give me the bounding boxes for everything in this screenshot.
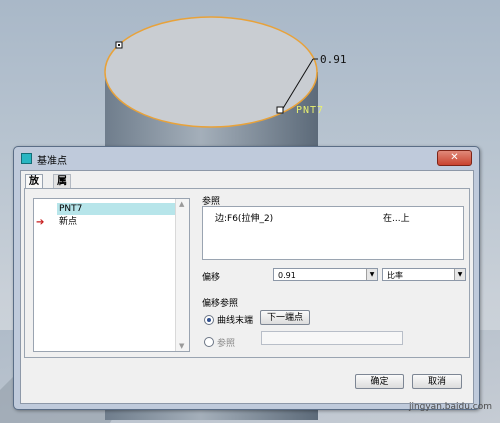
dimension-value[interactable]: 0.91 — [320, 53, 347, 66]
next-end-button[interactable]: 下一端点 — [260, 310, 310, 325]
dialog-footer: 确定 取消 — [21, 362, 473, 402]
offset-type-select[interactable]: 比率 ▼ — [382, 268, 466, 281]
dialog-icon — [21, 153, 32, 164]
offset-value: 0.91 — [278, 271, 296, 280]
datum-point-marker — [276, 106, 284, 114]
offset-type: 比率 — [387, 271, 403, 280]
offset-label: 偏移 — [202, 273, 221, 283]
scroll-down-icon[interactable]: ▼ — [179, 342, 184, 350]
list-item-new-point[interactable]: 新点 — [57, 216, 77, 228]
dialog-body: 放置 属性 PNT7 ➔ 新点 ▲ ▼ 参照 边:F6(拉伸_2) 在...上 … — [20, 170, 474, 404]
arrow-right-icon: ➔ — [36, 217, 45, 228]
references-box[interactable]: 边:F6(拉伸_2) 在...上 — [202, 206, 464, 260]
tab-properties[interactable]: 属性 — [53, 174, 71, 201]
radio-reference[interactable] — [204, 337, 214, 347]
chevron-down-icon[interactable]: ▼ — [454, 269, 465, 280]
point-label: PNT7 — [296, 105, 325, 116]
scroll-up-icon[interactable]: ▲ — [179, 200, 184, 208]
reference-edge[interactable]: 边:F6(拉伸_2) — [215, 211, 273, 224]
cylinder-top-face — [104, 16, 318, 128]
dialog-title: 基准点 — [37, 156, 67, 167]
list-item-pnt7[interactable]: PNT7 — [57, 203, 177, 215]
reference-field[interactable] — [261, 331, 403, 345]
dialog-titlebar[interactable]: 基准点 ✕ — [14, 147, 479, 169]
close-button[interactable]: ✕ — [437, 150, 472, 166]
placement-panel: PNT7 ➔ 新点 ▲ ▼ 参照 边:F6(拉伸_2) 在...上 偏移 0.9… — [24, 188, 470, 358]
watermark: jingyan.baidu.com — [408, 402, 492, 412]
offset-value-field[interactable]: 0.91 ▼ — [273, 268, 378, 281]
curve-end-label: 曲线末端 — [217, 316, 254, 326]
ok-button[interactable]: 确定 — [355, 374, 404, 389]
cancel-button[interactable]: 取消 — [412, 374, 462, 389]
datum-point-dialog: 基准点 ✕ 放置 属性 PNT7 ➔ 新点 ▲ ▼ 参照 边:F6(拉伸_2) … — [13, 146, 480, 410]
offset-reference-label: 偏移参照 — [202, 299, 239, 309]
reference-option-label: 参照 — [217, 339, 236, 349]
chevron-down-icon[interactable]: ▼ — [366, 269, 377, 280]
reference-location[interactable]: 在...上 — [383, 211, 410, 224]
list-scrollbar[interactable]: ▲ ▼ — [175, 199, 189, 351]
tab-placement[interactable]: 放置 — [25, 174, 43, 201]
radio-curve-end[interactable] — [204, 315, 214, 325]
point-list[interactable]: PNT7 ➔ 新点 ▲ ▼ — [33, 198, 190, 352]
